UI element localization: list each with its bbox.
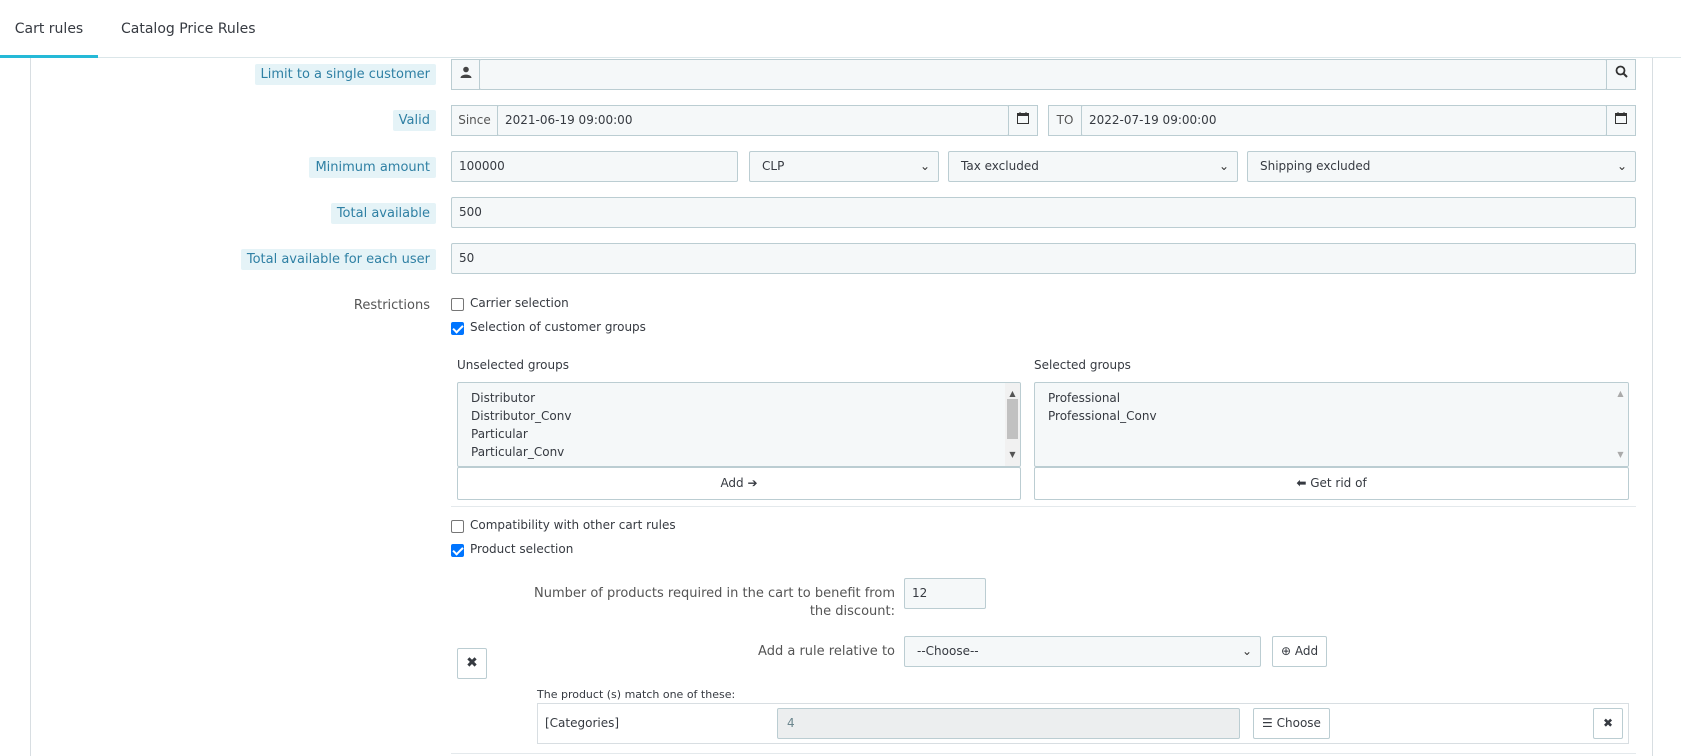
valid-label: Valid xyxy=(392,110,436,131)
calendar-icon[interactable] xyxy=(1008,105,1038,136)
list-scrollbar[interactable]: ▲ ▼ xyxy=(1005,383,1020,466)
shipping-value: Shipping excluded xyxy=(1260,159,1371,173)
total-each-user-input[interactable]: 50 xyxy=(451,243,1636,274)
arrow-left-icon: ⬅ xyxy=(1296,476,1307,490)
minimum-amount-input[interactable]: 100000 xyxy=(451,151,738,182)
chevron-down-icon: ⌄ xyxy=(1218,159,1229,173)
add-rule-select[interactable]: --Choose-- ⌄ xyxy=(904,636,1261,667)
rule-row: [Categories] 4 ☰ Choose ✖ xyxy=(537,703,1629,744)
customer-search-input[interactable] xyxy=(479,59,1607,90)
chevron-down-icon: ⌄ xyxy=(1616,159,1627,173)
currency-select[interactable]: CLP ⌄ xyxy=(749,151,939,182)
tab-bar: Cart rules Catalog Price Rules xyxy=(0,0,1681,58)
restrictions-label: Restrictions xyxy=(353,298,430,313)
selected-groups-title: Selected groups xyxy=(1034,358,1131,372)
currency-value: CLP xyxy=(762,159,785,173)
choose-button[interactable]: ☰ Choose xyxy=(1253,708,1330,739)
close-icon: ✖ xyxy=(466,655,478,671)
add-rule-value: --Choose-- xyxy=(917,644,979,658)
list-item[interactable]: Distributor_Conv xyxy=(471,407,1007,425)
remove-group-button[interactable]: ⬅ Get rid of xyxy=(1034,467,1629,500)
to-date-input[interactable]: 2022-07-19 09:00:00 xyxy=(1081,105,1607,136)
match-label: The product (s) match one of these: xyxy=(537,688,736,701)
add-rule-button-label: Add xyxy=(1294,644,1319,658)
add-rule-button[interactable]: ⊕ Add xyxy=(1272,636,1327,667)
total-available-input[interactable]: 500 xyxy=(451,197,1636,228)
single-customer-label: Limit to a single customer xyxy=(254,64,436,85)
total-each-user-label: Total available for each user xyxy=(240,249,436,270)
tab-catalog-price-rules[interactable]: Catalog Price Rules xyxy=(121,0,256,58)
page-scrollbar[interactable] xyxy=(1665,58,1681,756)
user-icon xyxy=(451,59,480,90)
num-products-label-2: the discount: xyxy=(809,604,895,619)
remove-rule-button[interactable]: ✖ xyxy=(1593,708,1623,739)
scroll-thumb[interactable] xyxy=(1007,399,1018,439)
rule-value-input[interactable]: 4 xyxy=(777,708,1240,739)
unselected-groups-list[interactable]: Distributor Distributor_Conv Particular … xyxy=(457,382,1021,467)
chevron-down-icon: ⌄ xyxy=(919,159,930,173)
list-item[interactable]: Professional xyxy=(1048,389,1615,407)
rule-type: [Categories] xyxy=(545,716,620,730)
remove-group-label: Get rid of xyxy=(1310,476,1367,490)
num-products-label-1: Number of products required in the cart … xyxy=(533,586,895,601)
shipping-select[interactable]: Shipping excluded ⌄ xyxy=(1247,151,1636,182)
list-item[interactable]: Distributor xyxy=(471,389,1007,407)
unselected-groups-title: Unselected groups xyxy=(457,358,569,372)
carrier-label[interactable]: Carrier selection xyxy=(470,296,569,310)
add-group-label: Add xyxy=(720,476,744,490)
customer-groups-checkbox[interactable] xyxy=(451,322,464,335)
minimum-amount-label: Minimum amount xyxy=(309,157,436,178)
close-icon: ✖ xyxy=(1602,716,1614,730)
arrow-right-icon: ➔ xyxy=(747,476,758,490)
product-selection-label[interactable]: Product selection xyxy=(470,542,573,556)
calendar-icon[interactable] xyxy=(1606,105,1636,136)
scroll-down-icon[interactable]: ▼ xyxy=(1613,446,1628,464)
compatibility-checkbox[interactable] xyxy=(451,520,464,533)
total-available-label: Total available xyxy=(330,203,436,224)
since-addon: Since xyxy=(451,105,498,136)
add-group-button[interactable]: Add ➔ xyxy=(457,467,1021,500)
tax-select[interactable]: Tax excluded ⌄ xyxy=(948,151,1238,182)
search-icon[interactable] xyxy=(1606,59,1636,90)
divider xyxy=(451,753,1636,754)
to-addon: TO xyxy=(1048,105,1082,136)
list-item[interactable]: Particular xyxy=(471,425,1007,443)
selected-groups-list[interactable]: Professional Professional_Conv ▲ ▼ xyxy=(1034,382,1629,467)
tax-value: Tax excluded xyxy=(961,159,1039,173)
list-item[interactable]: Particular_Conv xyxy=(471,443,1007,461)
scroll-down-icon[interactable]: ▼ xyxy=(1005,446,1020,464)
product-selection-checkbox[interactable] xyxy=(451,544,464,557)
carrier-checkbox[interactable] xyxy=(451,298,464,311)
divider xyxy=(451,506,1636,507)
add-rule-label: Add a rule relative to xyxy=(758,644,895,659)
chevron-down-icon: ⌄ xyxy=(1241,644,1252,658)
list-scrollbar[interactable]: ▲ ▼ xyxy=(1613,383,1628,466)
list-item[interactable]: Professional_Conv xyxy=(1048,407,1615,425)
customer-groups-label[interactable]: Selection of customer groups xyxy=(470,320,646,334)
plus-circle-icon: ⊕ xyxy=(1280,644,1291,658)
tab-cart-rules[interactable]: Cart rules xyxy=(0,0,98,58)
compatibility-label[interactable]: Compatibility with other cart rules xyxy=(470,518,676,532)
remove-rule-group-button[interactable]: ✖ xyxy=(457,648,487,679)
scroll-up-icon[interactable]: ▲ xyxy=(1613,385,1628,403)
list-icon: ☰ xyxy=(1262,716,1273,730)
choose-button-label: Choose xyxy=(1276,716,1321,730)
since-date-input[interactable]: 2021-06-19 09:00:00 xyxy=(497,105,1009,136)
num-products-input[interactable]: 12 xyxy=(904,578,986,609)
